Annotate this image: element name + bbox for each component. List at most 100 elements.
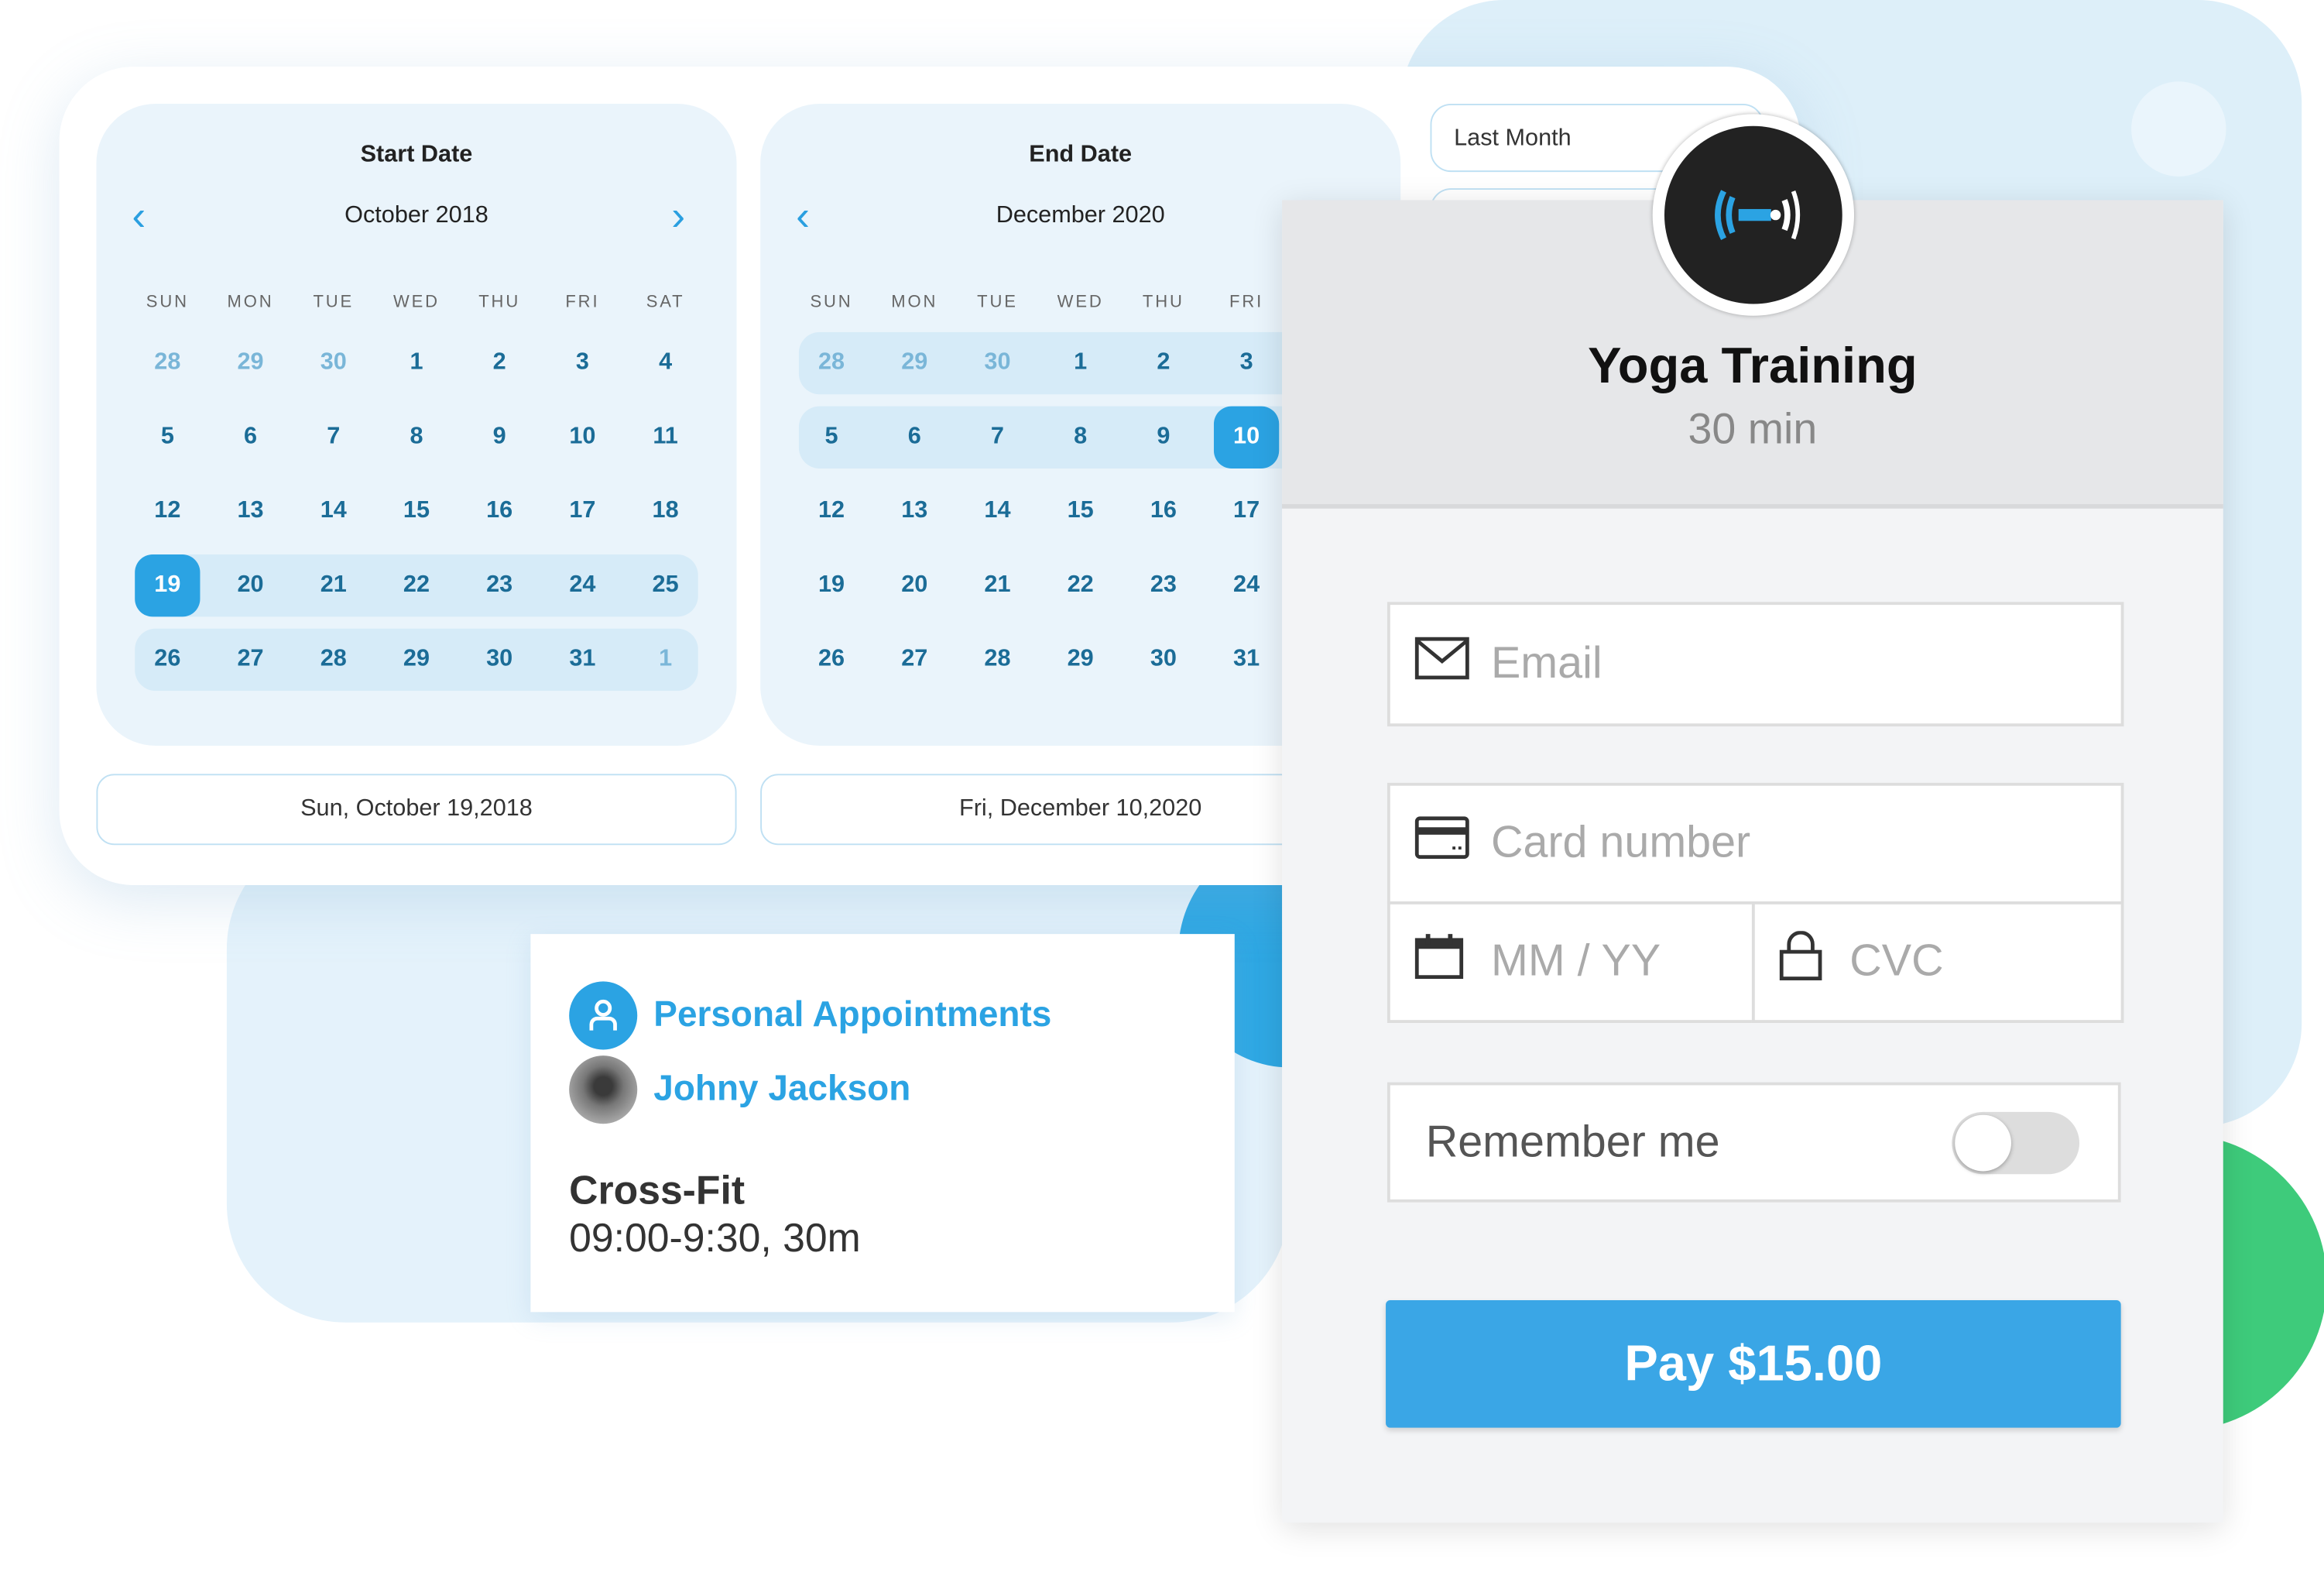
calendar-day[interactable]: 27	[882, 629, 947, 691]
calendar-day[interactable]: 5	[799, 407, 864, 469]
calendar-day[interactable]: 25	[632, 554, 698, 616]
calendar-day[interactable]: 14	[301, 480, 366, 542]
card-number-placeholder: Card number	[1490, 818, 1751, 867]
cvc-input[interactable]: CVC	[1751, 901, 2124, 1024]
calendar-day[interactable]: 1	[632, 629, 698, 691]
lock-icon	[1778, 930, 1822, 993]
appointment-person: Johny Jackson	[653, 1069, 911, 1110]
calendar-day[interactable]: 4	[632, 332, 698, 394]
remember-me-row: Remember me	[1387, 1082, 2121, 1203]
calendar-day[interactable]: 30	[301, 332, 366, 394]
calendar-day[interactable]: 20	[882, 554, 947, 616]
calendar-day[interactable]: 13	[882, 480, 947, 542]
calendar-day[interactable]: 28	[965, 629, 1030, 691]
dumbbell-icon	[1715, 190, 1801, 240]
calendar-day[interactable]: 10	[550, 407, 615, 469]
weekday-label: MON	[891, 293, 938, 312]
calendar-day[interactable]: 28	[799, 332, 864, 394]
expiry-input[interactable]: MM / YY	[1387, 901, 1755, 1024]
remember-me-label: Remember me	[1425, 1117, 1720, 1166]
email-input[interactable]: Email	[1387, 602, 2124, 727]
calendar-day[interactable]: 24	[1214, 554, 1279, 616]
calendar-day[interactable]: 6	[218, 407, 283, 469]
calendar-day[interactable]: 26	[799, 629, 864, 691]
calendar-day[interactable]: 8	[1048, 407, 1113, 469]
calendar-day[interactable]: 21	[301, 554, 366, 616]
calendar-day[interactable]: 18	[632, 480, 698, 542]
calendar-day[interactable]: 17	[550, 480, 615, 542]
calendar-day[interactable]: 29	[218, 332, 283, 394]
calendar-day[interactable]: 22	[1048, 554, 1113, 616]
calendar-day[interactable]: 29	[384, 629, 449, 691]
calendar-day[interactable]: 26	[135, 629, 200, 691]
calendar-day[interactable]: 31	[550, 629, 615, 691]
calendar-title: End Date	[1029, 142, 1133, 168]
calendar-day[interactable]: 5	[135, 407, 200, 469]
weekday-label: THU	[1142, 293, 1184, 312]
calendar-day[interactable]: 7	[301, 407, 366, 469]
weekday-label: MON	[227, 293, 274, 312]
calendar-day[interactable]: 29	[882, 332, 947, 394]
credit-card-icon	[1414, 815, 1470, 872]
calendar-day[interactable]: 8	[384, 407, 449, 469]
calendar-day[interactable]: 29	[1048, 629, 1113, 691]
calendar-day[interactable]: 2	[1131, 332, 1196, 394]
calendar-month: October 2018	[344, 203, 488, 228]
appointment-class: Cross-Fit	[569, 1168, 746, 1213]
calendar-day[interactable]: 28	[135, 332, 200, 394]
calendar-day[interactable]: 30	[965, 332, 1030, 394]
calendar-day[interactable]: 19	[799, 554, 864, 616]
calendar-day[interactable]: 12	[135, 480, 200, 542]
appointment-card[interactable]: Personal Appointments Johny Jackson Cros…	[530, 934, 1235, 1313]
calendar-day[interactable]: 11	[632, 407, 698, 469]
calendar-day[interactable]: 2	[467, 332, 532, 394]
calendar-day[interactable]: 10	[1213, 406, 1280, 469]
start-date-field[interactable]: Sun, October 19,2018	[96, 774, 737, 846]
start-calendar: Start Date ‹ October 2018 › SUN MON TUE WED…	[96, 104, 737, 746]
expiry-placeholder: MM / YY	[1490, 936, 1661, 987]
calendar-day[interactable]: 9	[1131, 407, 1196, 469]
calendar-day[interactable]: 31	[1214, 629, 1279, 691]
calendar-day[interactable]: 9	[467, 407, 532, 469]
calendar-day[interactable]: 19	[135, 554, 201, 617]
calendar-day[interactable]: 3	[550, 332, 615, 394]
calendar-day[interactable]: 23	[467, 554, 532, 616]
calendar-day[interactable]: 6	[882, 407, 947, 469]
weekday-label: FRI	[565, 293, 600, 312]
calendar-day[interactable]: 27	[218, 629, 283, 691]
calendar-day[interactable]: 30	[467, 629, 532, 691]
calendar-day[interactable]: 30	[1131, 629, 1196, 691]
calendar-day[interactable]: 13	[218, 480, 283, 542]
avatar	[569, 1055, 638, 1124]
chevron-right-icon[interactable]: ›	[671, 195, 685, 238]
card-number-input[interactable]: Card number	[1387, 782, 2124, 904]
calendar-day[interactable]: 15	[1048, 480, 1113, 542]
service-title: Yoga Training	[1588, 338, 1918, 395]
calendar-day[interactable]: 22	[384, 554, 449, 616]
calendar-day[interactable]: 1	[384, 332, 449, 394]
weekday-label: WED	[392, 293, 440, 312]
weekday-label: SAT	[646, 293, 685, 312]
calendar-day[interactable]: 24	[550, 554, 615, 616]
calendar-title: Start Date	[360, 142, 473, 168]
calendar-day[interactable]: 14	[965, 480, 1030, 542]
calendar-day[interactable]: 1	[1048, 332, 1113, 394]
calendar-day[interactable]: 15	[384, 480, 449, 542]
calendar-day[interactable]: 16	[1131, 480, 1196, 542]
brand-logo	[1652, 114, 1855, 316]
remember-me-toggle[interactable]	[1952, 1111, 2080, 1175]
calendar-day[interactable]: 12	[799, 480, 864, 542]
calendar-day[interactable]: 21	[965, 554, 1030, 616]
calendar-day[interactable]: 20	[218, 554, 283, 616]
calendar-day[interactable]: 3	[1214, 332, 1279, 394]
calendar-day[interactable]: 16	[467, 480, 532, 542]
pay-button[interactable]: Pay $15.00	[1386, 1300, 2121, 1428]
calendar-day[interactable]: 17	[1214, 480, 1279, 542]
calendar-day[interactable]: 23	[1131, 554, 1196, 616]
background-dot	[2131, 81, 2226, 177]
mail-icon	[1414, 636, 1470, 692]
cvc-placeholder: CVC	[1849, 936, 1944, 987]
calendar-day[interactable]: 7	[965, 407, 1030, 469]
calendar-day[interactable]: 28	[301, 629, 366, 691]
weekday-label: TUE	[313, 293, 355, 312]
